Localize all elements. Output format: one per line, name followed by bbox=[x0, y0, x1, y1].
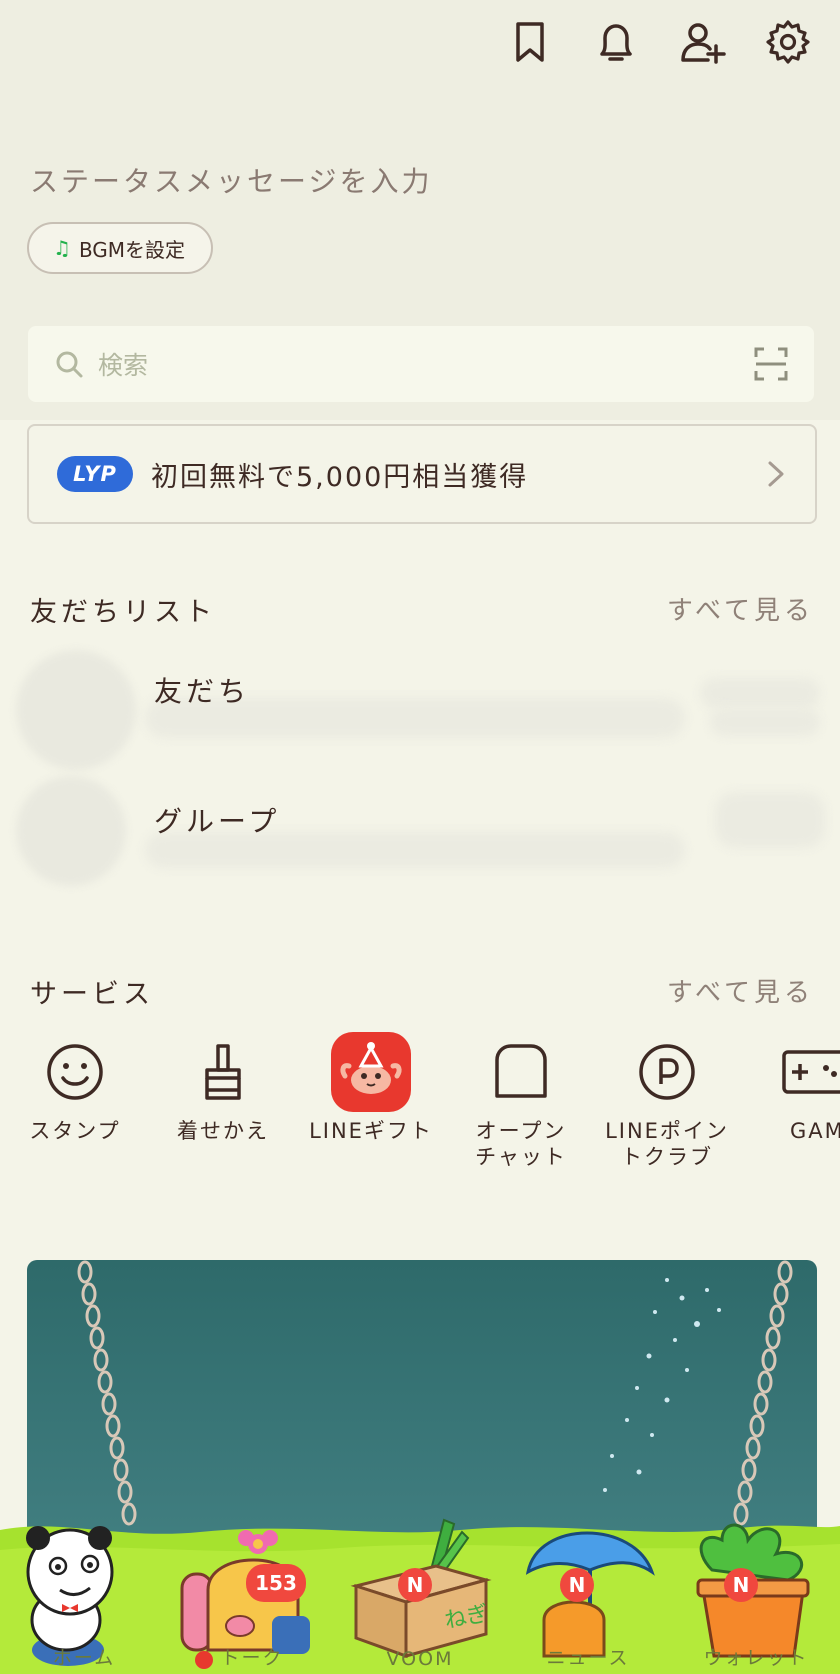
new-badge: N bbox=[560, 1568, 594, 1602]
services-section-title: サービス bbox=[30, 979, 154, 1010]
gift-crab-icon bbox=[331, 1032, 411, 1112]
groups-row[interactable]: グループ bbox=[0, 770, 840, 890]
qr-scan-icon[interactable] bbox=[754, 347, 788, 381]
tab-label: ウォレット bbox=[703, 1647, 809, 1669]
status-message-input[interactable]: ステータスメッセージを入力 bbox=[30, 160, 432, 200]
new-badge: N bbox=[398, 1568, 432, 1602]
bottom-tab-bar: ホーム 153 トーク ねぎ N VOOM N ニュース N ウォレット bbox=[0, 1510, 840, 1674]
service-theme[interactable]: 着せかえ bbox=[148, 1040, 298, 1144]
search-icon bbox=[56, 351, 83, 378]
tab-voom[interactable]: ねぎ N VOOM bbox=[336, 1510, 504, 1674]
tab-label: ニュース bbox=[546, 1647, 630, 1669]
add-friend-icon[interactable] bbox=[678, 18, 726, 66]
service-line-points[interactable]: LINEポイン トクラブ bbox=[592, 1040, 742, 1170]
search-placeholder: 検索 bbox=[98, 351, 149, 380]
service-game[interactable]: GAME bbox=[738, 1040, 840, 1144]
chevron-right-icon bbox=[768, 461, 784, 487]
lyp-logo: LYP bbox=[57, 456, 133, 492]
bgm-button-label: BGMを設定 bbox=[78, 237, 186, 262]
game-controller-icon bbox=[778, 1040, 840, 1104]
bgm-button[interactable]: ♫ BGMを設定 bbox=[27, 222, 214, 274]
friends-section-title: 友だちリスト bbox=[30, 597, 216, 628]
tab-news[interactable]: N ニュース bbox=[504, 1510, 672, 1674]
tab-home[interactable]: ホーム bbox=[0, 1510, 168, 1674]
promo-banner[interactable]: LYP 初回無料で5,000円相当獲得 bbox=[27, 424, 817, 524]
service-label: オープン チャット bbox=[475, 1119, 567, 1169]
tab-label: ホーム bbox=[52, 1647, 116, 1669]
service-label: スタンプ bbox=[29, 1119, 121, 1143]
points-icon bbox=[635, 1040, 699, 1104]
service-label: LINEギフト bbox=[309, 1119, 433, 1143]
blurred-content bbox=[715, 792, 825, 848]
services-see-all-link[interactable]: すべて見る bbox=[667, 972, 814, 1009]
new-badge: N bbox=[724, 1568, 758, 1602]
service-label: GAME bbox=[790, 1119, 840, 1143]
bell-icon[interactable] bbox=[592, 18, 640, 66]
brush-icon bbox=[191, 1040, 255, 1104]
smiley-icon bbox=[43, 1040, 107, 1104]
search-bar[interactable]: 検索 bbox=[28, 326, 814, 402]
friends-row[interactable]: 友だち bbox=[0, 650, 840, 770]
services-row: スタンプ 着せかえ LINEギフト オープン チャット LINEポイン トクラブ… bbox=[0, 1032, 840, 1180]
tab-label: トーク bbox=[220, 1647, 284, 1669]
avatar bbox=[16, 650, 136, 770]
service-open-chat[interactable]: オープン チャット bbox=[446, 1040, 596, 1170]
groups-row-label: グループ bbox=[154, 805, 281, 838]
service-label: 着せかえ bbox=[177, 1119, 269, 1143]
friends-see-all-link[interactable]: すべて見る bbox=[667, 590, 814, 627]
bookmark-icon[interactable] bbox=[506, 18, 554, 66]
header-icons bbox=[506, 18, 812, 66]
friends-row-label: 友だち bbox=[154, 675, 251, 708]
open-chat-icon bbox=[489, 1040, 553, 1104]
gear-icon[interactable] bbox=[764, 18, 812, 66]
service-line-gift[interactable]: LINEギフト bbox=[296, 1032, 446, 1144]
promo-text: 初回無料で5,000円相当獲得 bbox=[151, 461, 529, 493]
avatar bbox=[16, 776, 126, 886]
unread-badge: 153 bbox=[246, 1564, 306, 1602]
tab-talk[interactable]: 153 トーク bbox=[168, 1510, 336, 1674]
tab-wallet[interactable]: N ウォレット bbox=[672, 1510, 840, 1674]
music-note-icon: ♫ bbox=[53, 236, 71, 260]
service-stamp[interactable]: スタンプ bbox=[0, 1040, 150, 1144]
blurred-content bbox=[700, 678, 820, 708]
service-label: LINEポイン トクラブ bbox=[605, 1119, 729, 1169]
tab-label: VOOM bbox=[386, 1648, 454, 1670]
blurred-content bbox=[710, 708, 820, 736]
